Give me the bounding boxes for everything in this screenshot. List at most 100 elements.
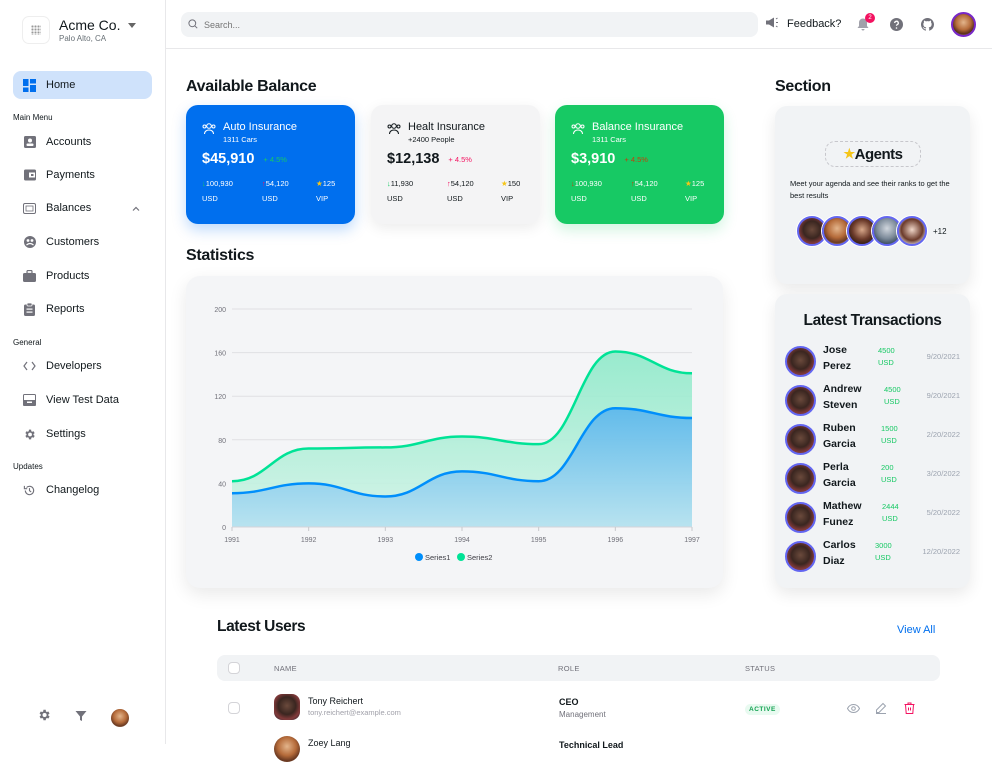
notification-badge: 2 [865, 13, 875, 23]
customers-icon [23, 236, 36, 249]
stat-unit: USD [631, 194, 647, 203]
filter-icon[interactable] [75, 709, 87, 727]
sidebar-item-reports[interactable]: Reports [13, 295, 152, 323]
status-badge: ACTIVE [745, 704, 780, 715]
company-switcher[interactable]: Acme Co. Palo Alto, CA [22, 16, 137, 44]
column-status[interactable]: STATUS [745, 664, 775, 673]
transaction-row[interactable]: Mathew Funez 2444 USD 5/20/2022 [785, 499, 965, 535]
delete-trash-icon[interactable] [902, 701, 916, 715]
view-all-link[interactable]: View All [897, 624, 935, 636]
chevron-up-icon[interactable] [132, 203, 140, 213]
column-role[interactable]: ROLE [558, 664, 580, 673]
legend-marker [457, 553, 465, 561]
user-avatar[interactable] [111, 708, 129, 727]
latest-transactions-title: Latest Transactions [803, 312, 942, 329]
transaction-row[interactable]: Ruben Garcia 1500 USD 2/20/2022 [785, 421, 965, 457]
card-amount: $3,910 [571, 151, 616, 167]
balance-card-balance-insurance[interactable]: Balance Insurance 1311 Cars $3,910 + 4.5% … [555, 105, 724, 224]
sidebar-item-label: Reports [46, 303, 85, 315]
view-eye-icon[interactable] [846, 701, 860, 715]
y-tick-label: 160 [214, 351, 226, 358]
card-title: Auto Insurance [223, 121, 297, 133]
y-tick-label: 0 [222, 525, 226, 532]
stat-unit: USD [447, 194, 463, 203]
star-icon: ★ [843, 146, 856, 161]
transaction-row[interactable]: Carlos Diaz 3000 USD 12/20/2022 [785, 538, 965, 574]
edit-pencil-icon[interactable] [874, 701, 888, 715]
sidebar-item-accounts[interactable]: Accounts [13, 128, 152, 156]
y-tick-label: 200 [214, 307, 226, 314]
agents-badge[interactable]: ★ Agents [825, 141, 921, 167]
sidebar-item-label: View Test Data [46, 394, 119, 406]
notifications-button[interactable]: 2 [855, 13, 875, 32]
transaction-row[interactable]: Jose Perez 4500 USD 9/20/2021 [785, 343, 965, 379]
card-subtitle: 1311 Cars [223, 135, 258, 144]
gear-icon [23, 428, 36, 441]
x-tick-label: 1995 [531, 537, 547, 544]
stat-value: 125 [691, 179, 705, 188]
stat-value: 100,930 [205, 179, 233, 188]
search-input[interactable] [204, 19, 717, 30]
help-icon[interactable] [888, 16, 904, 32]
row-checkbox[interactable] [228, 702, 240, 714]
company-name: Acme Co. [59, 17, 121, 33]
search-bar[interactable] [181, 12, 758, 37]
sidebar-item-label: Payments [46, 169, 95, 181]
transaction-avatar [785, 502, 816, 533]
dashboard-icon [23, 78, 36, 92]
star-icon: ★ [685, 179, 692, 188]
transaction-avatar [785, 346, 816, 377]
feedback-button[interactable]: Feedback? [766, 17, 841, 31]
y-tick-label: 120 [214, 394, 226, 401]
user-name: Tony Reichert [308, 696, 364, 706]
code-icon [23, 360, 36, 373]
sidebar-item-balances[interactable]: Balances [13, 194, 152, 222]
stat-value: 100,930 [574, 179, 602, 188]
card-amount: $12,138 [387, 151, 440, 167]
transaction-avatar [785, 541, 816, 572]
user-email: tony.reichert@example.com [308, 708, 401, 717]
sidebar-item-settings[interactable]: Settings [13, 420, 152, 448]
legend-label: Series2 [467, 553, 492, 562]
agents-more-count: +12 [933, 226, 947, 236]
sidebar-item-developers[interactable]: Developers [13, 352, 152, 380]
sidebar-item-home[interactable]: Home [13, 71, 152, 99]
sidebar-item-label: Settings [46, 428, 86, 440]
users-icon [571, 122, 585, 136]
sidebar-item-view-test-data[interactable]: View Test Data [13, 386, 152, 414]
profile-avatar[interactable] [951, 12, 976, 37]
stat-unit: USD [387, 194, 403, 203]
column-name[interactable]: NAME [274, 664, 297, 673]
users-table-row: Zoey Lang Technical Lead [217, 731, 940, 771]
sidebar: Acme Co. Palo Alto, CA Home Main Menu Ac… [0, 0, 166, 744]
agent-avatar[interactable] [897, 216, 927, 246]
sidebar-item-products[interactable]: Products [13, 262, 152, 290]
user-role: CEO [559, 697, 579, 707]
github-icon[interactable] [919, 16, 935, 32]
settings-gear-icon[interactable] [37, 708, 51, 727]
stat-unit: USD [202, 194, 218, 203]
transaction-name: Carlos Diaz [823, 539, 856, 567]
stat-unit: USD [571, 194, 587, 203]
select-all-checkbox[interactable] [228, 662, 240, 674]
transaction-avatar [785, 463, 816, 494]
area-chart: 0 40 80 120 160 200 1991 1992 1993 1994 1995 1996 19… [214, 307, 700, 562]
sidebar-item-changelog[interactable]: Changelog [13, 476, 152, 504]
sidebar-item-payments[interactable]: Payments [13, 161, 152, 189]
users-icon [387, 122, 401, 136]
stat-value: 11,930 [390, 179, 414, 188]
x-tick-label: 1991 [224, 537, 240, 544]
transaction-row[interactable]: Andrew Steven 4500 USD 9/20/2021 [785, 382, 965, 418]
balance-icon [23, 202, 36, 215]
sidebar-item-customers[interactable]: Customers [13, 228, 152, 256]
x-tick-label: 1994 [454, 537, 470, 544]
card-amount: $45,910 [202, 151, 255, 167]
card-title: Balance Insurance [592, 121, 684, 133]
balance-card-auto-insurance[interactable]: Auto Insurance 1311 Cars $45,910 + 4.5% ↓1… [186, 105, 355, 224]
transaction-date: 3/20/2022 [926, 469, 960, 478]
transaction-name: Perla Garcia [823, 461, 856, 489]
balance-card-health-insurance[interactable]: Healt Insurance +2400 People $12,138 + 4.5… [371, 105, 540, 224]
star-icon: ★ [316, 179, 323, 188]
transaction-row[interactable]: Perla Garcia 200 USD 3/20/2022 [785, 460, 965, 496]
stat-unit: VIP [685, 194, 698, 203]
